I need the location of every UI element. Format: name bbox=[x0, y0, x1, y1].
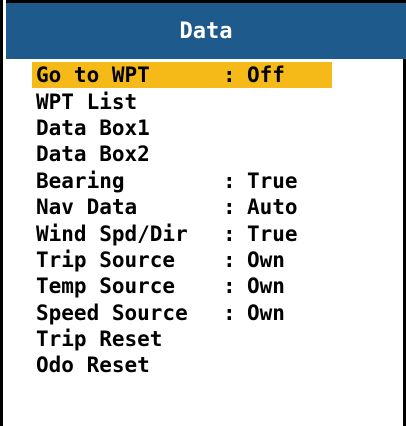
menu-item-speed-source[interactable]: Speed Source : Own bbox=[32, 300, 392, 326]
menu-item-separator: : bbox=[223, 63, 236, 88]
menu-item-trip-source[interactable]: Trip Source : Own bbox=[32, 247, 392, 273]
menu-item-separator: : bbox=[223, 247, 236, 272]
menu-item-value: Own bbox=[247, 300, 285, 325]
menu-item-label: Trip Reset bbox=[36, 327, 163, 352]
menu-item-trip-reset[interactable]: Trip Reset bbox=[32, 326, 392, 352]
menu-item-label: Bearing bbox=[36, 168, 125, 193]
menu-item-label: Temp Source bbox=[36, 274, 176, 299]
menu-item-data-box1[interactable]: Data Box1 bbox=[32, 115, 392, 141]
menu-window: Data Go to WPT : Off WPT List Data Box1 … bbox=[0, 0, 406, 426]
menu-item-label: Nav Data bbox=[36, 195, 138, 220]
title-bar: Data bbox=[6, 0, 406, 59]
menu-item-separator: : bbox=[223, 221, 236, 246]
menu-item-label: Odo Reset bbox=[36, 353, 150, 378]
menu-item-label: Wind Spd/Dir bbox=[36, 221, 188, 246]
menu-item-separator: : bbox=[223, 300, 236, 325]
menu-item-wpt-list[interactable]: WPT List bbox=[32, 88, 392, 114]
menu-item-label: Speed Source bbox=[36, 300, 188, 325]
menu-item-separator: : bbox=[223, 195, 236, 220]
menu-item-value: Own bbox=[247, 247, 285, 272]
menu-item-wind-spd-dir[interactable]: Wind Spd/Dir : True bbox=[32, 220, 392, 246]
menu-item-label: Trip Source bbox=[36, 247, 176, 272]
menu-item-bearing[interactable]: Bearing : True bbox=[32, 168, 392, 194]
menu-item-value: Own bbox=[247, 274, 285, 299]
menu-item-label: WPT List bbox=[36, 89, 138, 114]
menu-item-odo-reset[interactable]: Odo Reset bbox=[32, 352, 392, 378]
menu-item-data-box2[interactable]: Data Box2 bbox=[32, 141, 392, 167]
menu-item-value: True bbox=[247, 221, 298, 246]
menu-item-value: Off bbox=[247, 63, 285, 88]
menu-item-label: Go to WPT bbox=[36, 63, 150, 88]
menu-item-temp-source[interactable]: Temp Source : Own bbox=[32, 273, 392, 299]
menu-item-go-to-wpt[interactable]: Go to WPT : Off bbox=[32, 62, 332, 89]
menu-item-nav-data[interactable]: Nav Data : Auto bbox=[32, 194, 392, 220]
menu-item-value: Auto bbox=[247, 195, 298, 220]
menu-item-label: Data Box1 bbox=[36, 115, 150, 140]
menu-item-separator: : bbox=[223, 274, 236, 299]
menu-title: Data bbox=[179, 18, 233, 44]
menu-item-value: True bbox=[247, 168, 298, 193]
menu-item-separator: : bbox=[223, 168, 236, 193]
menu-list: Go to WPT : Off WPT List Data Box1 Data … bbox=[32, 62, 392, 379]
menu-item-label: Data Box2 bbox=[36, 142, 150, 167]
